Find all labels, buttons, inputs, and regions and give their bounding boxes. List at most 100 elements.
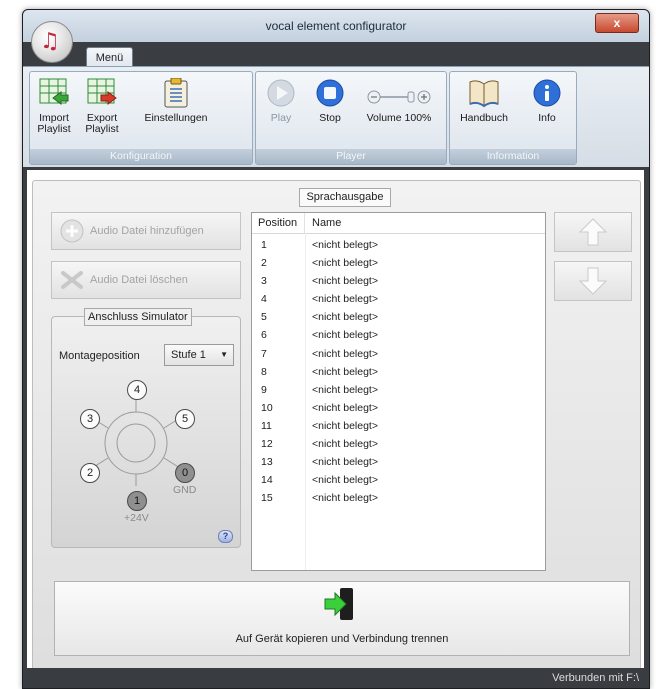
row-name: <nicht belegt>	[312, 365, 378, 378]
export-playlist-label: Export Playlist	[85, 112, 119, 135]
info-icon	[533, 79, 561, 107]
delete-icon	[61, 271, 83, 289]
row-name: <nicht belegt>	[312, 293, 378, 306]
delete-audio-file-button[interactable]: Audio Datei löschen	[51, 261, 241, 299]
window-title: vocal element configurator	[265, 19, 407, 33]
ribbon-group-information: Handbuch Info Information	[449, 71, 577, 165]
table-row[interactable]: 5 <nicht belegt>	[252, 308, 545, 326]
transfer-to-device-icon	[324, 588, 353, 620]
manual-button[interactable]: Handbuch	[456, 78, 512, 124]
pin-2[interactable]: 2	[80, 463, 100, 483]
volume-slider-icon	[367, 90, 431, 104]
play-button[interactable]: Play	[264, 78, 298, 124]
column-header-name[interactable]: Name	[305, 213, 545, 233]
table-row[interactable]: 6 <nicht belegt>	[252, 326, 545, 344]
table-row[interactable]: 11 <nicht belegt>	[252, 417, 545, 435]
arrow-up-icon	[578, 218, 608, 246]
move-down-button[interactable]	[554, 261, 632, 301]
volume-label: Volume 100%	[366, 112, 432, 124]
add-icon	[60, 219, 84, 243]
table-row[interactable]: 2 <nicht belegt>	[252, 254, 545, 272]
ribbon-group-konfiguration: Import Playlist Export Playlist Einstell…	[29, 71, 253, 165]
stop-button[interactable]: Stop	[310, 78, 350, 124]
row-position: 8	[261, 365, 267, 378]
settings-label: Einstellungen	[144, 112, 208, 124]
column-header-position[interactable]: Position	[252, 213, 305, 233]
pin-5[interactable]: 5	[175, 409, 195, 429]
close-button[interactable]: x	[595, 13, 639, 33]
row-position: 12	[261, 438, 273, 451]
row-name: <nicht belegt>	[312, 257, 378, 270]
group-label-information: Information	[450, 149, 576, 164]
info-label: Info	[538, 112, 556, 124]
export-playlist-icon	[87, 78, 117, 105]
help-icon[interactable]: ?	[218, 530, 233, 543]
row-name: <nicht belegt>	[312, 347, 378, 360]
24v-label: +24V	[124, 512, 149, 524]
main-content: Sprachausgabe Audio Datei hinzufügen Aud…	[27, 170, 644, 670]
group-label-player: Player	[256, 149, 446, 164]
row-name: <nicht belegt>	[312, 474, 378, 487]
table-row[interactable]: 3 <nicht belegt>	[252, 272, 545, 290]
table-body: 1 <nicht belegt> 2 <nicht belegt> 3 <nicht …	[252, 236, 545, 507]
row-name: <nicht belegt>	[312, 401, 378, 414]
table-row[interactable]: 14 <nicht belegt>	[252, 471, 545, 489]
move-up-button[interactable]	[554, 212, 632, 252]
stop-label: Stop	[319, 112, 341, 124]
row-position: 10	[261, 401, 273, 414]
stop-icon	[316, 79, 344, 107]
info-button[interactable]: Info	[532, 78, 562, 124]
table-row[interactable]: 8 <nicht belegt>	[252, 363, 545, 381]
row-position: 14	[261, 474, 273, 487]
row-position: 15	[261, 492, 273, 505]
volume-control[interactable]: Volume 100%	[362, 78, 436, 124]
gnd-label: GND	[173, 484, 197, 496]
table-header: Position Name	[252, 213, 545, 234]
pin-1-24v[interactable]: 1	[127, 491, 147, 511]
copy-and-disconnect-button[interactable]: Auf Gerät kopieren und Verbindung trenne…	[54, 581, 630, 656]
row-position: 9	[261, 383, 267, 396]
play-icon	[267, 79, 295, 107]
table-row[interactable]: 15 <nicht belegt>	[252, 489, 545, 507]
row-position: 7	[261, 347, 267, 360]
table-row[interactable]: 13 <nicht belegt>	[252, 453, 545, 471]
music-note-icon: ♫	[40, 29, 60, 54]
tab-strip: Menü	[23, 42, 649, 68]
table-row[interactable]: 12 <nicht belegt>	[252, 435, 545, 453]
playlist-table[interactable]: Position Name 1 <nicht belegt> 2 <nicht be…	[251, 212, 546, 571]
row-position: 3	[261, 275, 267, 288]
row-name: <nicht belegt>	[312, 383, 378, 396]
row-position: 5	[261, 311, 267, 324]
row-name: <nicht belegt>	[312, 311, 378, 324]
ribbon-group-player: Play Stop Volume 100% Player	[255, 71, 447, 165]
title-bar[interactable]: vocal element configurator x	[23, 10, 649, 42]
book-icon	[469, 80, 499, 108]
table-row[interactable]: 9 <nicht belegt>	[252, 381, 545, 399]
app-menu-orb[interactable]: ♫	[31, 21, 73, 63]
arrow-down-icon	[578, 267, 608, 295]
settings-button[interactable]: Einstellungen	[136, 78, 216, 124]
pin-0-gnd[interactable]: 0	[175, 463, 195, 483]
copy-and-disconnect-label: Auf Gerät kopieren und Verbindung trenne…	[235, 633, 449, 645]
table-row[interactable]: 1 <nicht belegt>	[252, 236, 545, 254]
add-audio-file-button[interactable]: Audio Datei hinzufügen	[51, 212, 241, 250]
row-position: 13	[261, 456, 273, 469]
pin-4[interactable]: 4	[127, 380, 147, 400]
row-name: <nicht belegt>	[312, 329, 378, 342]
import-playlist-button[interactable]: Import Playlist	[34, 78, 74, 135]
delete-audio-file-label: Audio Datei löschen	[90, 274, 188, 286]
tab-menu[interactable]: Menü	[86, 47, 133, 68]
row-name: <nicht belegt>	[312, 239, 378, 251]
manual-label: Handbuch	[460, 112, 508, 124]
pin-3[interactable]: 3	[80, 409, 100, 429]
row-name: <nicht belegt>	[312, 492, 378, 505]
status-bar: Verbunden mit F:\	[23, 668, 649, 688]
connection-simulator: Anschluss Simulator Montageposition Stuf…	[51, 308, 241, 548]
table-row[interactable]: 7 <nicht belegt>	[252, 345, 545, 363]
app-window: vocal element configurator x ♫ Menü Impo…	[22, 9, 650, 689]
export-playlist-button[interactable]: Export Playlist	[82, 78, 122, 135]
add-audio-file-label: Audio Datei hinzufügen	[90, 225, 204, 237]
row-position: 4	[261, 293, 267, 306]
table-row[interactable]: 4 <nicht belegt>	[252, 290, 545, 308]
table-row[interactable]: 10 <nicht belegt>	[252, 399, 545, 417]
